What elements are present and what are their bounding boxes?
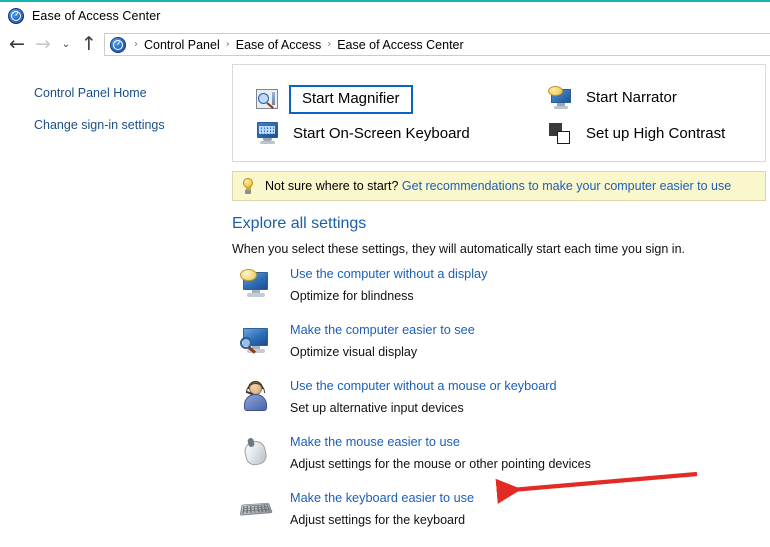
quick-access-panel: Start Magnifier Start Narrator Start On-… <box>232 64 766 162</box>
setting-description: Optimize for blindness <box>290 289 414 303</box>
sidebar: Control Panel Home Change sign-in settin… <box>0 60 228 526</box>
setting-description: Optimize visual display <box>290 345 418 359</box>
setting-link-use-computer-without-display[interactable]: Use the computer without a display <box>290 267 487 281</box>
up-arrow-icon: ↑ <box>81 33 97 55</box>
address-bar[interactable]: › Control Panel › Ease of Access › Ease … <box>104 33 770 56</box>
set-up-high-contrast-button[interactable]: Set up High Contrast <box>548 121 727 147</box>
list-item[interactable]: Make the mouse easier to use Adjust sett… <box>232 435 766 491</box>
setting-link-use-computer-without-mouse-or-keyboard[interactable]: Use the computer without a mouse or keyb… <box>290 379 557 393</box>
high-contrast-icon <box>548 121 574 147</box>
back-arrow-icon: ← <box>9 33 25 55</box>
get-recommendations-link[interactable]: Get recommendations to make your compute… <box>402 179 731 193</box>
title-bar: Ease of Access Center <box>0 2 770 29</box>
content-area: Control Panel Home Change sign-in settin… <box>0 60 770 527</box>
sidebar-item-change-sign-in-settings[interactable]: Change sign-in settings <box>0 114 228 136</box>
start-narrator-button[interactable]: Start Narrator <box>548 85 679 111</box>
monitor-speech-icon <box>240 269 272 299</box>
list-item[interactable]: Use the computer without a mouse or keyb… <box>232 379 766 435</box>
start-magnifier-button[interactable]: Start Magnifier <box>255 85 413 114</box>
forward-arrow-icon: → <box>35 33 51 55</box>
breadcrumb-separator: › <box>134 38 138 50</box>
setting-link-make-computer-easier-to-see[interactable]: Make the computer easier to see <box>290 323 475 337</box>
mouse-icon <box>240 437 272 467</box>
settings-list: Use the computer without a display Optim… <box>232 267 766 547</box>
start-narrator-label: Start Narrator <box>586 88 677 106</box>
narrator-icon <box>548 85 574 111</box>
main-pane: Start Magnifier Start Narrator Start On-… <box>228 60 770 527</box>
start-on-screen-keyboard-label: Start On-Screen Keyboard <box>293 124 470 142</box>
setting-link-make-mouse-easier-to-use[interactable]: Make the mouse easier to use <box>290 435 460 449</box>
recommendations-info-bar[interactable]: Not sure where to start? Get recommendat… <box>232 171 766 201</box>
breadcrumb-separator: › <box>327 38 332 50</box>
sidebar-item-label: Change sign-in settings <box>34 118 165 132</box>
info-bar-prompt: Not sure where to start? <box>265 179 399 193</box>
magnifier-icon <box>255 87 281 113</box>
explore-all-settings-heading: Explore all settings <box>232 215 367 232</box>
chevron-down-icon: ⌄ <box>61 39 71 50</box>
start-on-screen-keyboard-button[interactable]: Start On-Screen Keyboard <box>255 121 472 147</box>
setting-link-make-keyboard-easier-to-use[interactable]: Make the keyboard easier to use <box>290 491 474 505</box>
ease-of-access-icon <box>8 7 24 24</box>
setting-description: Adjust settings for the keyboard <box>290 513 466 527</box>
breadcrumb-item-ease-of-access[interactable]: Ease of Access <box>236 38 321 52</box>
sidebar-item-control-panel-home[interactable]: Control Panel Home <box>0 82 228 104</box>
back-button[interactable]: ← <box>4 33 30 57</box>
on-screen-keyboard-icon <box>255 121 281 147</box>
set-up-high-contrast-label: Set up High Contrast <box>586 124 726 142</box>
breadcrumb-item-control-panel[interactable]: Control Panel <box>144 38 220 52</box>
ease-of-access-center-window: Ease of Access Center ← → ⌄ ↑ › Control … <box>0 0 770 527</box>
sidebar-item-label: Control Panel Home <box>34 86 147 100</box>
monitor-magnifier-icon <box>240 325 272 355</box>
start-magnifier-label: Start Magnifier <box>289 85 413 114</box>
forward-button[interactable]: → <box>30 33 56 57</box>
breadcrumb-ease-of-access-icon <box>110 36 126 53</box>
explore-all-settings-subheading: When you select these settings, they wil… <box>232 242 685 256</box>
shield-icon <box>12 117 28 133</box>
person-headset-icon <box>240 381 272 411</box>
setting-description: Adjust settings for the mouse or other p… <box>290 457 591 471</box>
setting-description: Set up alternative input devices <box>290 401 464 415</box>
up-button[interactable]: ↑ <box>76 33 102 57</box>
list-item[interactable]: Make the computer easier to see Optimize… <box>232 323 766 379</box>
lightbulb-icon <box>241 177 255 195</box>
breadcrumb-item-ease-of-access-center[interactable]: Ease of Access Center <box>337 38 463 52</box>
recent-locations-button[interactable]: ⌄ <box>56 33 76 57</box>
breadcrumb-separator: › <box>225 38 230 50</box>
keyboard-icon <box>239 493 273 523</box>
list-item[interactable]: Use the computer without a display Optim… <box>232 267 766 323</box>
list-item[interactable]: Make the keyboard easier to use Adjust s… <box>232 491 766 547</box>
window-title: Ease of Access Center <box>32 8 161 23</box>
